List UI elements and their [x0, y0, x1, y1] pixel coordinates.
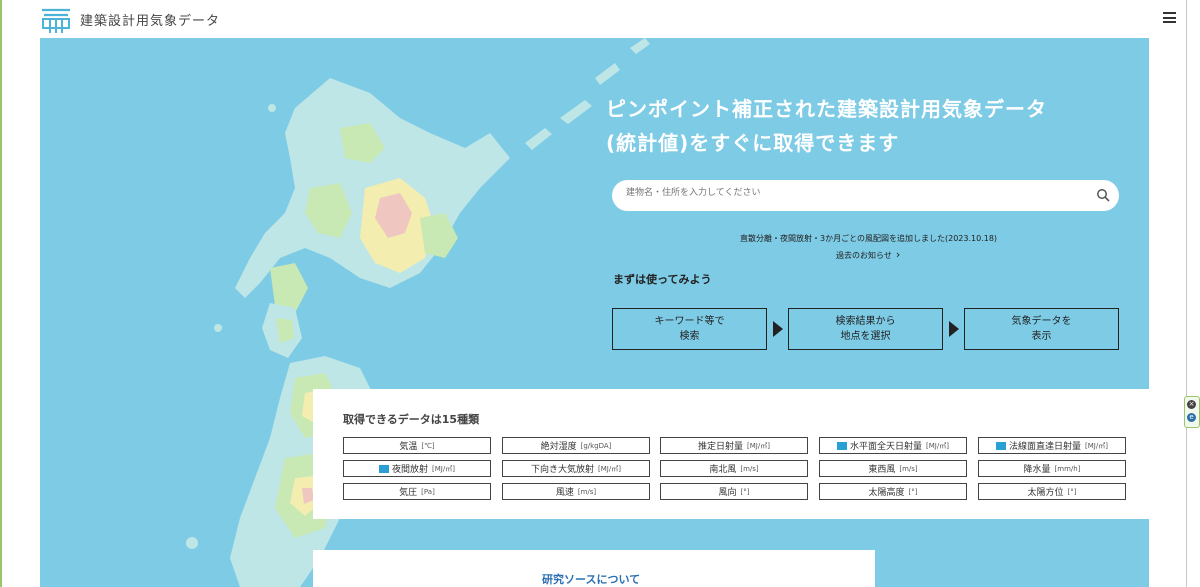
step-1-line-2: 検索: [679, 331, 700, 342]
data-type-label: 太陽高度: [868, 488, 905, 498]
data-type-unit: [g/kgDA]: [580, 441, 612, 450]
chevron-right-icon: ›: [895, 248, 901, 261]
data-type-unit: [MJ/㎡]: [926, 441, 949, 450]
data-type-wind-direction[interactable]: 風向 [°]: [660, 483, 808, 500]
data-type-unit: [Pa]: [421, 487, 435, 496]
site-title[interactable]: 建築設計用気象データ: [80, 10, 220, 29]
data-type-label: 太陽方位: [1027, 488, 1064, 498]
hamburger-icon[interactable]: [1163, 12, 1176, 23]
data-type-east-west-wind[interactable]: 東西風 [m/s]: [819, 460, 967, 477]
data-type-solar-azimuth[interactable]: 太陽方位 [°]: [978, 483, 1126, 500]
data-type-label: 南北風: [709, 465, 737, 475]
data-type-wind-speed[interactable]: 風速 [m/s]: [502, 483, 650, 500]
data-type-precipitation[interactable]: 降水量 [mm/h]: [978, 460, 1126, 477]
data-type-label: 風速: [555, 488, 574, 498]
data-type-unit: [°]: [740, 487, 750, 496]
headline-line-1: ピンポイント補正された建築設計用気象データ: [606, 97, 1047, 121]
search-icon[interactable]: [1096, 188, 1110, 202]
browser-extension-widget[interactable]: × e: [1184, 396, 1200, 428]
data-type-unit: [MJ/㎡]: [747, 441, 770, 450]
data-type-solar-altitude[interactable]: 太陽高度 [°]: [819, 483, 967, 500]
data-type-label: 夜間放射: [392, 465, 429, 475]
data-type-unit: [MJ/㎡]: [432, 464, 455, 473]
data-type-label: 絶対湿度: [540, 442, 577, 452]
data-type-unit: [m/s]: [740, 464, 759, 473]
headline-line-2: (統計値)をすぐに取得できます: [606, 131, 900, 155]
step-show-data[interactable]: 気象データを 表示: [964, 308, 1119, 350]
try-it-heading: まずは使ってみよう: [613, 273, 712, 286]
data-type-label: 推定日射量: [698, 442, 744, 452]
data-type-night-radiation[interactable]: 夜間放射 [MJ/㎡]: [343, 460, 491, 477]
past-news-link[interactable]: 過去のお知らせ ›: [836, 248, 900, 261]
step-2-line-1: 検索結果から: [835, 316, 896, 327]
data-type-unit: [mm/h]: [1054, 464, 1081, 473]
data-type-unit: [MJ/㎡]: [1085, 441, 1108, 450]
building-logo-icon[interactable]: [40, 6, 72, 34]
site-header: 建築設計用気象データ: [2, 0, 1185, 38]
data-type-label: 気圧: [399, 488, 418, 498]
data-type-unit: [°]: [908, 487, 918, 496]
window-left-border: [0, 0, 2, 587]
data-type-global-horizontal[interactable]: 水平面全天日射量 [MJ/㎡]: [819, 437, 967, 454]
data-type-unit: [°]: [1067, 487, 1077, 496]
data-type-unit: [℃]: [421, 441, 435, 450]
data-type-label: 降水量: [1023, 465, 1051, 475]
data-type-label: 法線面直達日射量: [1009, 442, 1082, 452]
hero-headline: ピンポイント補正された建築設計用気象データ (統計値)をすぐに取得できます: [606, 92, 1047, 160]
extension-e-icon[interactable]: e: [1187, 413, 1196, 422]
data-type-absolute-humidity[interactable]: 絶対湿度 [g/kgDA]: [502, 437, 650, 454]
window-scrollbar-track[interactable]: [1186, 0, 1187, 587]
arrow-right-icon: [949, 321, 959, 337]
new-badge-icon: [379, 464, 390, 473]
data-type-pressure[interactable]: 気圧 [Pa]: [343, 483, 491, 500]
data-type-downward-longwave[interactable]: 下向き大気放射 [MJ/㎡]: [502, 460, 650, 477]
data-type-estimated-solar[interactable]: 推定日射量 [MJ/㎡]: [660, 437, 808, 454]
step-3-line-1: 気象データを: [1011, 316, 1072, 327]
new-badge-icon: [996, 441, 1007, 450]
research-heading[interactable]: 研究ソースについて: [542, 571, 640, 587]
step-select-location[interactable]: 検索結果から 地点を選択: [788, 308, 943, 350]
news-text: 直散分離・夜間放射・3か月ごとの風配図を追加しました(2023.10.18): [740, 234, 998, 243]
data-type-label: 水平面全天日射量: [850, 442, 923, 452]
close-icon[interactable]: ×: [1187, 400, 1196, 409]
data-type-north-south-wind[interactable]: 南北風 [m/s]: [660, 460, 808, 477]
data-type-unit: [m/s]: [577, 487, 597, 496]
data-type-unit: [MJ/㎡]: [598, 464, 621, 473]
search-bar[interactable]: [612, 180, 1119, 211]
data-type-air-temperature[interactable]: 気温 [℃]: [343, 437, 491, 454]
step-2-line-2: 地点を選択: [840, 331, 891, 342]
new-badge-icon: [837, 441, 848, 450]
past-news-link-label[interactable]: 過去のお知らせ: [836, 251, 892, 260]
arrow-right-icon: [773, 321, 783, 337]
data-type-label: 下向き大気放射: [531, 465, 595, 475]
search-input[interactable]: [624, 187, 1088, 199]
data-types-heading: 取得できるデータは15種類: [343, 413, 480, 426]
step-keyword-search[interactable]: キーワード等で 検索: [612, 308, 767, 350]
data-type-label: 東西風: [868, 465, 896, 475]
data-type-label: 風向: [718, 488, 737, 498]
step-1-line-1: キーワード等で: [654, 316, 725, 327]
data-type-label: 気温: [399, 442, 418, 452]
step-3-line-2: 表示: [1031, 331, 1052, 342]
data-type-unit: [m/s]: [899, 464, 918, 473]
data-type-direct-normal[interactable]: 法線面直達日射量 [MJ/㎡]: [978, 437, 1126, 454]
